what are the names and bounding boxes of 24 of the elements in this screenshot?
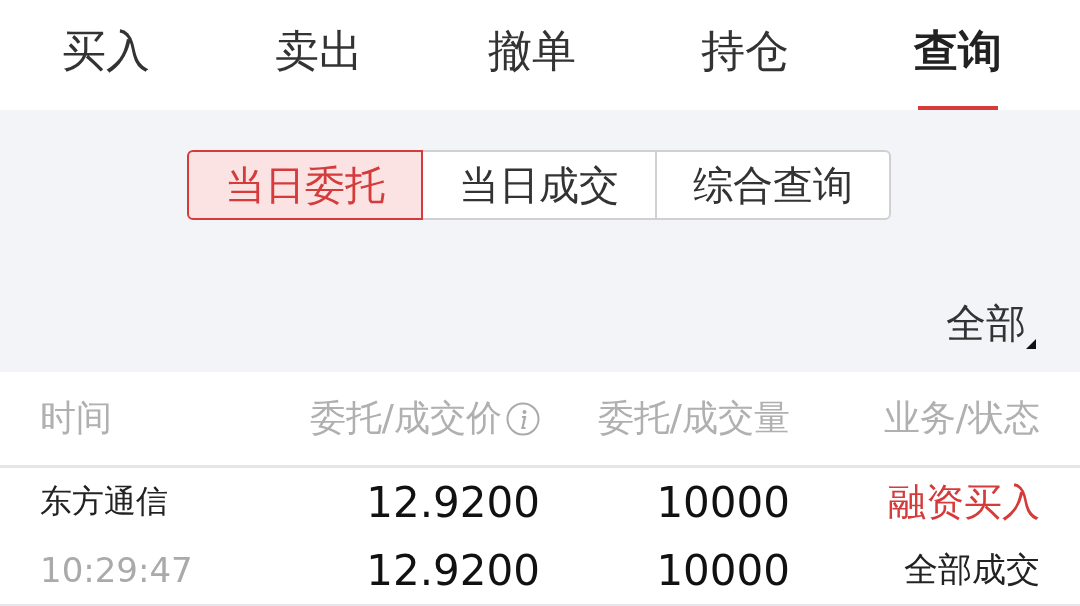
order-row[interactable]: 东方通信 12.9200 10000 融资买入 10:29:47 12.9200 10000 全部成交 xyxy=(0,468,1080,606)
nav-tab[interactable]: 卖出 xyxy=(212,0,426,110)
column-header: 委托/成交量 xyxy=(597,396,790,440)
nav-tab[interactable]: 买入 xyxy=(0,0,213,110)
order-status: 全部成交 xyxy=(904,548,1040,591)
nav-tab[interactable]: 持仓 xyxy=(638,0,852,110)
column-header: 业务/状态 xyxy=(883,396,1040,440)
filter-dropdown[interactable]: 全部 xyxy=(946,296,1036,351)
business-type: 融资买入 xyxy=(888,478,1040,526)
order-time: 10:29:47 xyxy=(40,550,194,590)
column-header: 委托/成交价 xyxy=(309,396,502,440)
table-cell: 12.9200 xyxy=(366,477,540,527)
corner-triangle-icon xyxy=(1026,339,1036,349)
info-icon[interactable] xyxy=(506,401,540,436)
segment-tab[interactable]: 当日委托 xyxy=(187,150,423,220)
table-cell: 10000 xyxy=(656,477,790,527)
column-header: 时间 xyxy=(40,396,112,440)
nav-tab[interactable]: 撤单 xyxy=(425,0,639,110)
segment-tab[interactable]: 综合查询 xyxy=(655,150,891,220)
table-cell: 12.9200 xyxy=(366,545,540,595)
table-cell: 10000 xyxy=(656,545,790,595)
stock-name: 东方通信 xyxy=(40,481,169,522)
nav-tab[interactable]: 查询 xyxy=(851,0,1064,110)
segment-tab[interactable]: 当日成交 xyxy=(421,150,657,220)
